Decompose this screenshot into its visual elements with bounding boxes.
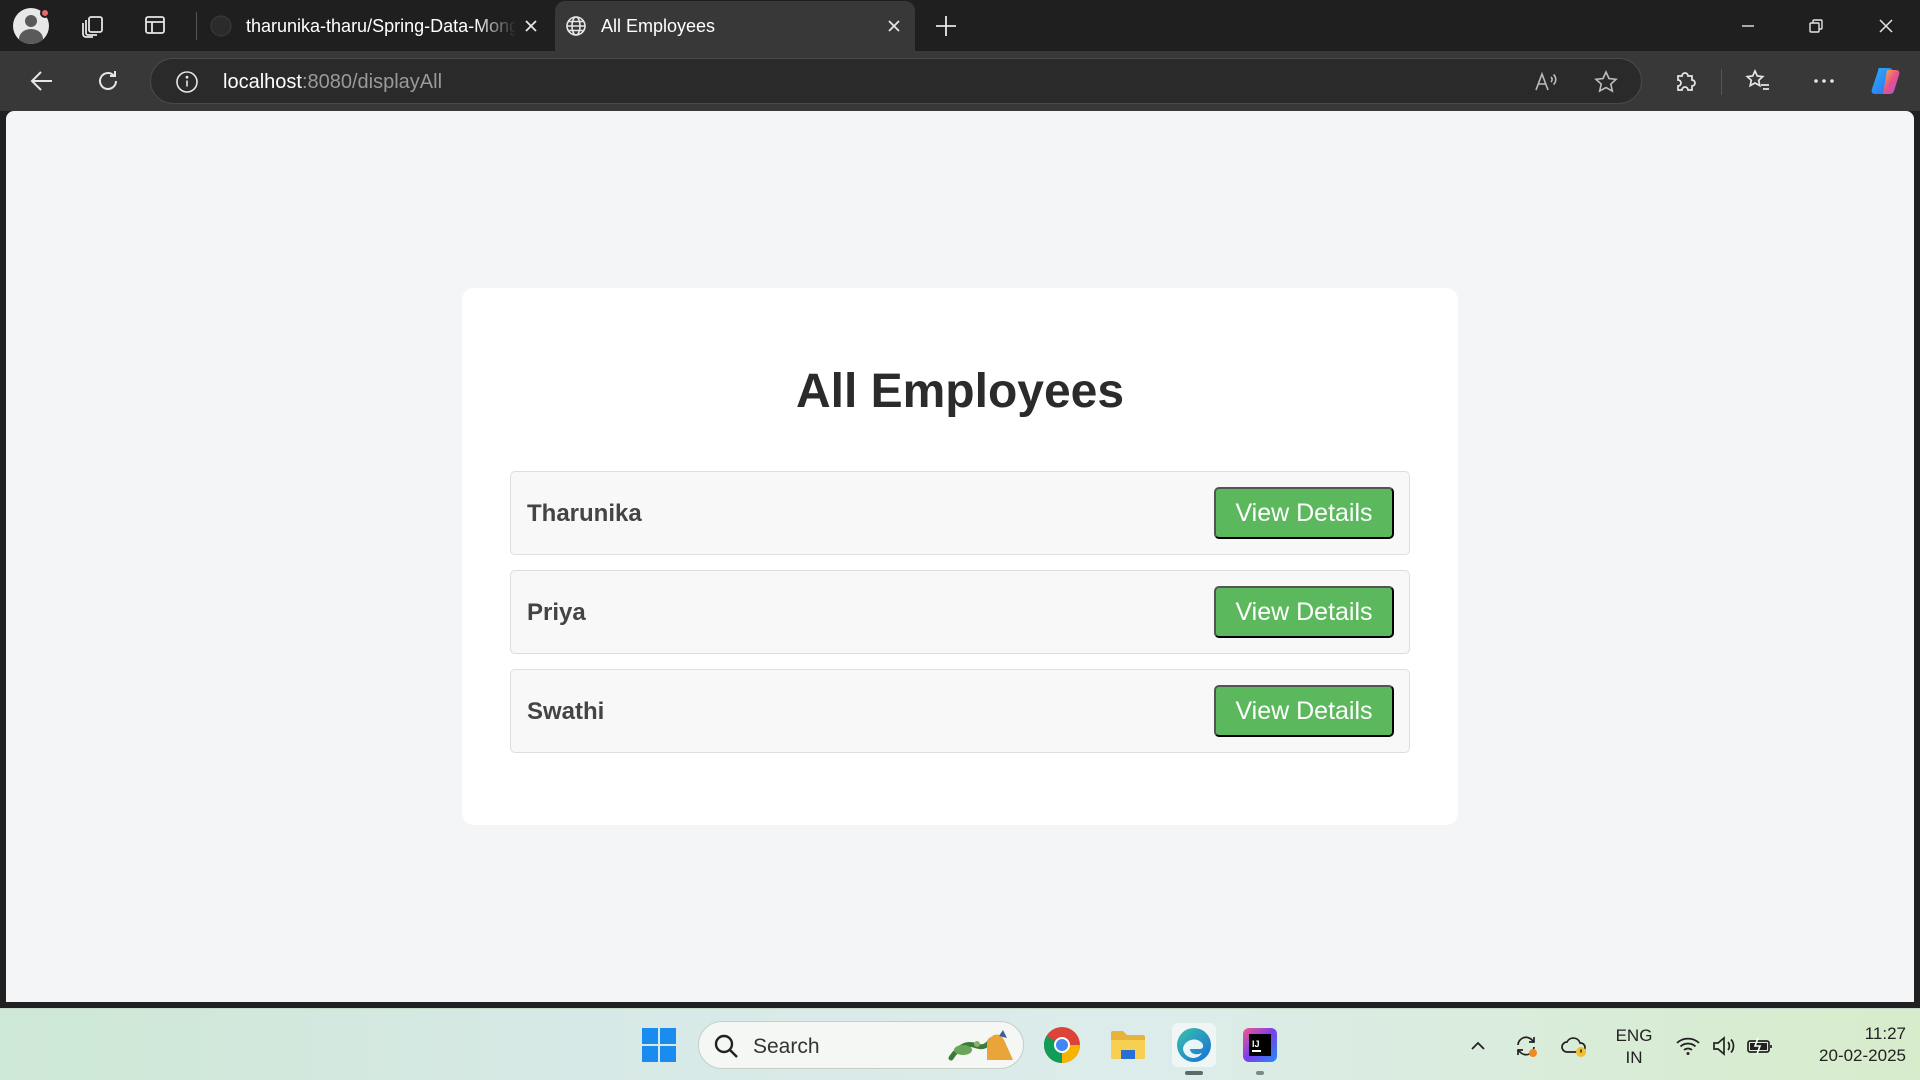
minimize-button[interactable] (1714, 0, 1782, 51)
favorite-button[interactable] (1591, 67, 1621, 97)
close-tab-icon[interactable] (516, 11, 546, 41)
github-icon (210, 15, 232, 37)
workspaces-icon (82, 16, 103, 38)
browser-title-bar: tharunika-tharu/Spring-Data-Mongo All Em… (0, 0, 1920, 51)
favorites-icon (1745, 68, 1769, 90)
windows-logo-icon (642, 1028, 676, 1062)
close-window-button[interactable] (1852, 0, 1920, 51)
employees-card: All Employees Tharunika View Details Pri… (462, 288, 1458, 825)
active-app-indicator (1185, 1071, 1203, 1075)
settings-more-button[interactable] (1804, 61, 1844, 101)
more-icon (1814, 79, 1834, 83)
cloud-warning-icon (1561, 1037, 1586, 1057)
restore-icon (1809, 18, 1823, 33)
taskbar-search-box[interactable]: Search (698, 1021, 1024, 1069)
tab-github[interactable]: tharunika-tharu/Spring-Data-Mongo (200, 1, 552, 51)
language-code: ENG (1615, 1026, 1653, 1045)
tab-all-employees[interactable]: All Employees (555, 1, 915, 51)
view-details-button[interactable]: View Details (1214, 487, 1394, 539)
arrow-left-icon (30, 71, 52, 91)
address-bar[interactable]: localhost:8080/displayAll (150, 58, 1642, 104)
page-title: All Employees (795, 365, 1125, 418)
profile-button[interactable] (12, 7, 50, 45)
site-info-icon[interactable] (175, 70, 199, 94)
windows-taskbar: Search IJ ENG IN 11:27 20-02-2025 (0, 1008, 1920, 1080)
chrome-taskbar-button[interactable] (1040, 1023, 1084, 1067)
search-placeholder: Search (753, 1035, 820, 1058)
speaker-icon (1713, 1036, 1735, 1056)
start-button[interactable] (637, 1023, 681, 1067)
chrome-icon (1043, 1027, 1080, 1063)
restore-button[interactable] (1782, 0, 1850, 51)
running-app-indicator (1256, 1071, 1264, 1075)
intellij-icon: IJ (1243, 1028, 1277, 1062)
svg-text:IJ: IJ (1252, 1039, 1260, 1049)
url-host: localhost (223, 71, 302, 93)
employee-row: Tharunika View Details (510, 471, 1410, 555)
url-text[interactable]: localhost:8080/displayAll (223, 71, 442, 94)
new-tab-button[interactable] (928, 8, 964, 44)
read-aloud-icon (1535, 71, 1557, 91)
file-explorer-taskbar-button[interactable] (1106, 1023, 1150, 1067)
plus-icon (936, 16, 956, 36)
sync-tray-button[interactable] (1511, 1031, 1541, 1061)
region-code: IN (1625, 1048, 1643, 1067)
edge-icon (1177, 1028, 1211, 1062)
favorites-button[interactable] (1738, 61, 1778, 101)
puzzle-icon (1677, 72, 1696, 91)
star-icon (1594, 70, 1618, 93)
workspaces-button[interactable] (74, 6, 112, 44)
vertical-tabs-button[interactable] (136, 6, 174, 44)
browser-toolbar: localhost:8080/displayAll (0, 51, 1920, 111)
network-tray-button[interactable] (1673, 1031, 1703, 1061)
copilot-button[interactable] (1866, 61, 1906, 101)
show-hidden-icons-button[interactable] (1463, 1031, 1493, 1061)
tab-title: tharunika-tharu/Spring-Data-Mongo (246, 15, 516, 36)
battery-tray-button[interactable] (1745, 1031, 1775, 1061)
employee-name: Tharunika (527, 500, 642, 527)
tab-separator (196, 12, 197, 40)
wifi-icon (1676, 1037, 1700, 1055)
system-clock[interactable]: 11:27 20-02-2025 (1790, 1023, 1906, 1067)
employee-row: Priya View Details (510, 570, 1410, 654)
battery-charging-icon (1747, 1037, 1772, 1055)
url-path: :8080/displayAll (301, 71, 443, 93)
volume-tray-button[interactable] (1709, 1031, 1739, 1061)
refresh-icon (99, 71, 117, 90)
back-button[interactable] (22, 61, 62, 101)
edge-taskbar-button[interactable] (1172, 1023, 1216, 1075)
view-details-button[interactable]: View Details (1214, 586, 1394, 638)
input-language-indicator[interactable]: ENG IN (1612, 1025, 1656, 1069)
tab-title: All Employees (601, 15, 716, 36)
refresh-button[interactable] (88, 61, 128, 101)
extensions-button[interactable] (1666, 61, 1706, 101)
read-aloud-button[interactable] (1531, 67, 1561, 97)
tab-actions-icon (145, 16, 165, 34)
notification-dot (40, 8, 50, 18)
close-tab-icon[interactable] (879, 11, 909, 41)
employee-name: Swathi (527, 698, 605, 725)
sync-icon (1517, 1036, 1537, 1057)
view-details-button[interactable]: View Details (1214, 685, 1394, 737)
toolbar-separator (1721, 69, 1722, 95)
search-highlight-icon (948, 1030, 1013, 1061)
close-icon (1879, 18, 1893, 33)
employee-row: Swathi View Details (510, 669, 1410, 753)
folder-icon (1111, 1031, 1145, 1059)
onedrive-tray-button[interactable] (1559, 1031, 1589, 1061)
clock-date: 20-02-2025 (1819, 1046, 1906, 1065)
intellij-taskbar-button[interactable]: IJ (1238, 1023, 1282, 1075)
chevron-up-icon (1471, 1041, 1485, 1050)
employee-name: Priya (527, 599, 586, 626)
page-viewport: All Employees Tharunika View Details Pri… (6, 111, 1914, 1002)
search-icon (714, 1034, 738, 1058)
copilot-icon (1871, 68, 1900, 94)
employee-list: Tharunika View Details Priya View Detail… (510, 471, 1410, 768)
globe-icon (565, 15, 587, 37)
minimize-icon (1742, 24, 1754, 27)
clock-time: 11:27 (1864, 1024, 1906, 1043)
